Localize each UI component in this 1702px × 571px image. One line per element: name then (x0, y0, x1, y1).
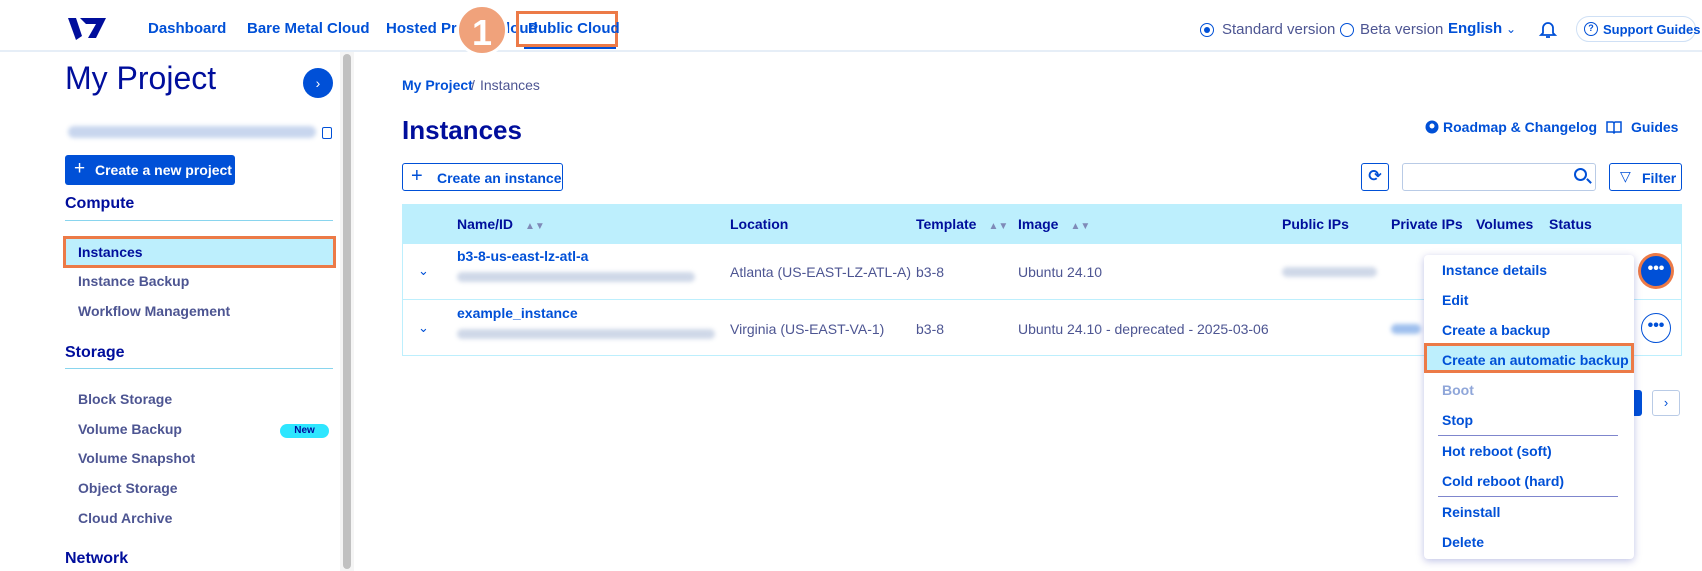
bell-icon[interactable] (1538, 19, 1558, 39)
divider (65, 368, 333, 369)
plus-icon: + (74, 158, 86, 179)
menu-item-edit[interactable]: Edit (1442, 292, 1468, 308)
instance-location: Virginia (US-EAST-VA-1) (730, 321, 885, 337)
sidebar-item-instances[interactable]: Instances (63, 236, 336, 268)
sidebar-item-cloud-archive[interactable]: Cloud Archive (78, 510, 172, 526)
menu-item-instance-details[interactable]: Instance details (1442, 262, 1547, 278)
standard-version-label[interactable]: Standard version (1222, 21, 1335, 38)
search-icon[interactable] (1574, 168, 1587, 181)
support-icon: ? (1584, 22, 1598, 36)
instance-template: b3-8 (916, 264, 945, 280)
column-public-ips[interactable]: Public IPs (1282, 216, 1349, 232)
standard-version-radio[interactable] (1200, 23, 1214, 37)
sidebar-item-volume-backup[interactable]: Volume Backup (78, 421, 182, 437)
instance-image: Ubuntu 24.10 (1018, 264, 1103, 280)
guides-link[interactable]: Guides (1631, 119, 1678, 135)
github-icon (1425, 120, 1439, 134)
filter-label: Filter (1642, 170, 1677, 186)
top-navigation-bar: Dashboard Bare Metal Cloud Hosted Privat… (0, 0, 1702, 52)
breadcrumb-current: Instances (480, 77, 540, 93)
create-new-project-label: Create a new project (95, 162, 232, 178)
menu-item-delete[interactable]: Delete (1442, 534, 1484, 550)
menu-divider (1438, 435, 1618, 436)
instance-name-link[interactable]: b3-8-us-east-lz-atl-a (457, 248, 588, 264)
create-new-project-button[interactable]: + Create a new project (65, 155, 235, 185)
sidebar-item-object-storage[interactable]: Object Storage (78, 480, 178, 496)
sidebar-item-instance-backup[interactable]: Instance Backup (78, 273, 189, 289)
chevron-down-icon[interactable]: ⌄ (1506, 22, 1516, 36)
copy-icon[interactable] (322, 127, 332, 139)
page-title: Instances (402, 115, 522, 145)
menu-item-cold-reboot[interactable]: Cold reboot (hard) (1442, 473, 1564, 489)
chevron-down-icon[interactable]: ⌄ (418, 263, 429, 279)
create-instance-label: Create an instance (437, 170, 562, 186)
column-name-id[interactable]: Name/ID ▲▼ (457, 216, 545, 232)
instance-location: Atlanta (US-EAST-LZ-ATL-A) (730, 264, 912, 280)
beta-version-label[interactable]: Beta version (1360, 21, 1443, 38)
filter-button[interactable]: ▽ Filter (1609, 163, 1682, 191)
menu-divider (1438, 496, 1618, 497)
menu-item-hot-reboot[interactable]: Hot reboot (soft) (1442, 443, 1552, 459)
roadmap-changelog-link[interactable]: Roadmap & Changelog (1443, 119, 1597, 135)
sidebar-section-network: Network (65, 550, 129, 567)
more-icon[interactable]: ••• (1641, 256, 1671, 286)
more-icon[interactable]: ••• (1641, 313, 1671, 343)
chevron-right-icon[interactable]: › (303, 68, 333, 98)
language-selector[interactable]: English (1448, 20, 1502, 37)
sort-icon: ▲▼ (1070, 221, 1091, 232)
plus-icon: + (411, 165, 423, 187)
menu-item-create-automatic-backup[interactable]: Create an automatic backup (1442, 352, 1629, 368)
project-title: My Project (65, 60, 217, 96)
nav-bare-metal-cloud[interactable]: Bare Metal Cloud (247, 20, 370, 37)
instance-image: Ubuntu 24.10 - deprecated - 2025-03-06 (1018, 321, 1269, 337)
column-location[interactable]: Location (730, 216, 788, 232)
column-template[interactable]: Template ▲▼ (916, 216, 1008, 232)
sidebar-item-block-storage[interactable]: Block Storage (78, 391, 172, 407)
create-instance-button[interactable]: + Create an instance (402, 163, 563, 191)
menu-item-reinstall[interactable]: Reinstall (1442, 504, 1500, 520)
instance-id (457, 272, 695, 282)
instance-id (457, 329, 715, 339)
sidebar-scrollbar-thumb[interactable] (343, 54, 351, 569)
filter-icon: ▽ (1620, 168, 1631, 184)
divider (65, 220, 333, 221)
menu-item-stop[interactable]: Stop (1442, 412, 1473, 428)
column-status[interactable]: Status (1549, 216, 1592, 232)
sort-icon: ▲▼ (525, 221, 545, 232)
nav-active-underline (524, 47, 616, 49)
instance-public-ip (1282, 267, 1377, 277)
sidebar-item-label: Instances (78, 244, 143, 260)
project-id (68, 126, 316, 138)
book-icon (1606, 121, 1622, 134)
ovh-logo-icon[interactable] (66, 14, 108, 42)
breadcrumb-separator: / (471, 77, 475, 93)
support-guides-label: Support Guides (1603, 22, 1701, 37)
instance-private-ip (1391, 324, 1421, 334)
chevron-down-icon[interactable]: ⌄ (418, 320, 429, 336)
menu-item-boot: Boot (1442, 382, 1474, 398)
chevron-right-icon[interactable]: › (1652, 390, 1680, 416)
sidebar-item-workflow-management[interactable]: Workflow Management (78, 303, 230, 319)
new-badge: New (280, 424, 329, 438)
refresh-icon[interactable]: ⟳ (1361, 163, 1389, 191)
column-volumes[interactable]: Volumes (1476, 216, 1533, 232)
instance-name-link[interactable]: example_instance (457, 305, 578, 321)
sort-icon: ▲▼ (988, 221, 1009, 232)
support-guides-button[interactable]: ? Support Guides (1576, 16, 1701, 42)
breadcrumb-project[interactable]: My Project (402, 77, 473, 93)
nav-dashboard[interactable]: Dashboard (148, 20, 226, 37)
column-private-ips[interactable]: Private IPs (1391, 216, 1463, 232)
callout-1: 1 (456, 4, 508, 56)
beta-version-radio[interactable] (1340, 23, 1354, 37)
menu-item-create-backup[interactable]: Create a backup (1442, 322, 1550, 338)
sidebar-section-storage: Storage (65, 344, 125, 361)
nav-public-cloud[interactable]: Public Cloud (528, 20, 620, 37)
search-input[interactable] (1402, 163, 1596, 191)
instance-template: b3-8 (916, 321, 945, 337)
column-image[interactable]: Image ▲▼ (1018, 216, 1090, 232)
sidebar-section-compute: Compute (65, 195, 135, 212)
sidebar-item-volume-snapshot[interactable]: Volume Snapshot (78, 450, 195, 466)
